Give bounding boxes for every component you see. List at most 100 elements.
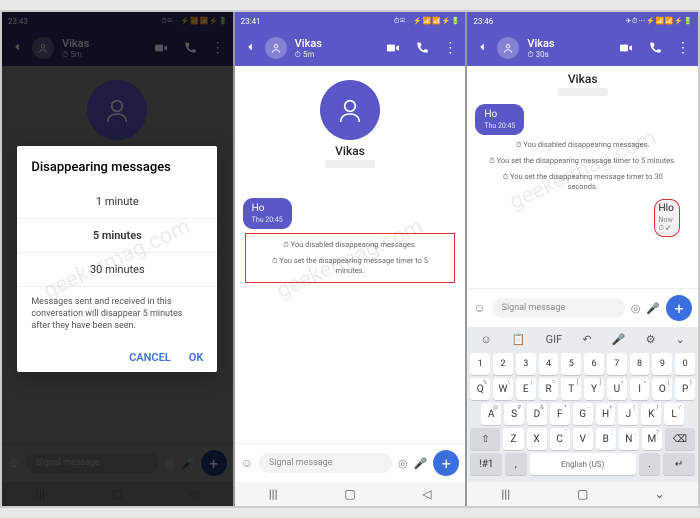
- nav-recent-icon[interactable]: |||: [498, 487, 514, 501]
- key[interactable]: R=: [539, 378, 559, 400]
- key[interactable]: 6: [584, 353, 604, 375]
- chat-header: Vikas ⏱30s ⋮: [467, 30, 698, 66]
- key[interactable]: I>: [630, 378, 650, 400]
- emoji-icon[interactable]: ☺: [473, 301, 485, 315]
- profile-avatar[interactable]: [320, 80, 380, 140]
- statusbar: 23:46 ✈ ⏱ ⋯ ⚡ 📶 📶 ⚡ 🔋: [467, 12, 698, 30]
- kbd-tool-icon[interactable]: ⚙: [646, 333, 656, 346]
- key[interactable]: F*: [550, 403, 570, 425]
- key[interactable]: English (US): [530, 453, 636, 475]
- timer-icon: ⏱: [272, 257, 277, 265]
- status-icons: ⏱ ✉ ⋯ ⚡ 📶 📶 ⚡ 🔋: [394, 17, 460, 26]
- ok-button[interactable]: OK: [189, 351, 204, 364]
- kbd-tool-icon[interactable]: ↶: [582, 333, 591, 346]
- send-button[interactable]: +: [433, 450, 459, 476]
- key[interactable]: ↵: [663, 453, 695, 475]
- avatar-icon[interactable]: [497, 37, 519, 59]
- emoji-icon[interactable]: ☺: [241, 456, 253, 470]
- mic-icon[interactable]: 🎤: [646, 302, 660, 315]
- kbd-tool-icon[interactable]: 🎤: [612, 333, 626, 346]
- key[interactable]: 1: [470, 353, 490, 375]
- key[interactable]: L/: [664, 403, 684, 425]
- avatar-icon[interactable]: [265, 37, 287, 59]
- key[interactable]: K): [641, 403, 661, 425]
- nav-back-icon[interactable]: ◁: [419, 487, 435, 501]
- message-bubble-in[interactable]: Hlo Now ⏱ ✓: [654, 199, 681, 237]
- video-icon[interactable]: [385, 40, 401, 56]
- key[interactable]: T[: [561, 378, 581, 400]
- key[interactable]: 3: [516, 353, 536, 375]
- key[interactable]: B;: [596, 428, 616, 450]
- menu-icon[interactable]: ⋮: [443, 40, 457, 56]
- send-button[interactable]: +: [666, 295, 692, 321]
- kbd-tool-icon[interactable]: ⌄: [676, 333, 685, 346]
- key[interactable]: !#1: [470, 453, 502, 475]
- dialog-title: Disappearing messages: [17, 160, 217, 185]
- status-time: 23:46: [473, 17, 493, 26]
- key[interactable]: W\: [493, 378, 513, 400]
- key[interactable]: 7: [607, 353, 627, 375]
- key[interactable]: S#: [504, 403, 524, 425]
- key[interactable]: Z: [503, 428, 523, 450]
- back-icon[interactable]: [243, 39, 257, 58]
- key[interactable]: Q%: [470, 378, 490, 400]
- opt-5min[interactable]: 5 minutes: [17, 219, 217, 253]
- key[interactable]: Y]: [584, 378, 604, 400]
- android-navbar: ||| ▢ ◁: [235, 482, 466, 506]
- key[interactable]: N,: [619, 428, 639, 450]
- key[interactable]: 5: [561, 353, 581, 375]
- status-icons: ✈ ⏱ ⋯ ⚡ 📶 📶 ⚡ 🔋: [625, 17, 692, 26]
- key[interactable]: E|: [516, 378, 536, 400]
- video-icon[interactable]: [618, 40, 634, 56]
- timer-value: 30s: [536, 50, 549, 59]
- key[interactable]: ⇧: [470, 428, 500, 450]
- key[interactable]: U<: [607, 378, 627, 400]
- message-input[interactable]: Signal message: [259, 453, 392, 473]
- system-message: ⏱ You disabled disappearing messages.: [250, 237, 451, 253]
- timer-value: 5m: [303, 50, 315, 59]
- kbd-tool-icon[interactable]: ☺: [480, 333, 491, 346]
- message-bubble-out[interactable]: Ho Thu 20:45: [243, 198, 292, 229]
- key[interactable]: 9: [652, 353, 672, 375]
- key[interactable]: 8: [630, 353, 650, 375]
- key[interactable]: ⌫: [665, 428, 695, 450]
- cancel-button[interactable]: CANCEL: [129, 351, 171, 364]
- call-icon[interactable]: [648, 41, 662, 55]
- key[interactable]: D&: [527, 403, 547, 425]
- menu-icon[interactable]: ⋮: [676, 40, 690, 56]
- nav-recent-icon[interactable]: |||: [265, 487, 281, 501]
- nav-home-icon[interactable]: ▢: [575, 487, 591, 501]
- mic-icon[interactable]: 🎤: [414, 457, 428, 470]
- system-message: ⏱ You set the disappearing message timer…: [250, 253, 451, 279]
- opt-30min[interactable]: 30 minutes: [17, 253, 217, 287]
- camera-icon[interactable]: ◎: [631, 302, 641, 315]
- system-message: ⏱ You set the disappearing message timer…: [467, 169, 698, 195]
- message-input[interactable]: Signal message: [492, 298, 625, 318]
- key[interactable]: M?: [642, 428, 662, 450]
- key[interactable]: J(: [618, 403, 638, 425]
- back-icon[interactable]: [475, 39, 489, 58]
- opt-1min[interactable]: 1 minute: [17, 185, 217, 219]
- key[interactable]: 4: [539, 353, 559, 375]
- key[interactable]: 0: [675, 353, 695, 375]
- key[interactable]: 2: [493, 353, 513, 375]
- nav-home-icon[interactable]: ▢: [342, 487, 358, 501]
- key[interactable]: O{: [652, 378, 672, 400]
- call-icon[interactable]: [415, 41, 429, 55]
- kbd-tool-icon[interactable]: 📋: [512, 333, 526, 346]
- message-bubble-out[interactable]: Ho Thu 20:45: [475, 104, 524, 135]
- timer-icon: ⏱: [503, 173, 508, 181]
- key[interactable]: A@: [481, 403, 501, 425]
- camera-icon[interactable]: ◎: [398, 457, 408, 470]
- nav-keyboard-hide-icon[interactable]: ⌄: [652, 487, 668, 501]
- key[interactable]: P}: [675, 378, 695, 400]
- key[interactable]: G-: [573, 403, 593, 425]
- timer-icon: ⏱: [527, 50, 533, 60]
- key[interactable]: .: [639, 453, 660, 475]
- key[interactable]: X': [527, 428, 547, 450]
- key[interactable]: C": [550, 428, 570, 450]
- kbd-tool-icon[interactable]: GIF: [546, 333, 563, 346]
- key[interactable]: V:: [573, 428, 593, 450]
- key[interactable]: H+: [596, 403, 616, 425]
- key[interactable]: ,: [505, 453, 526, 475]
